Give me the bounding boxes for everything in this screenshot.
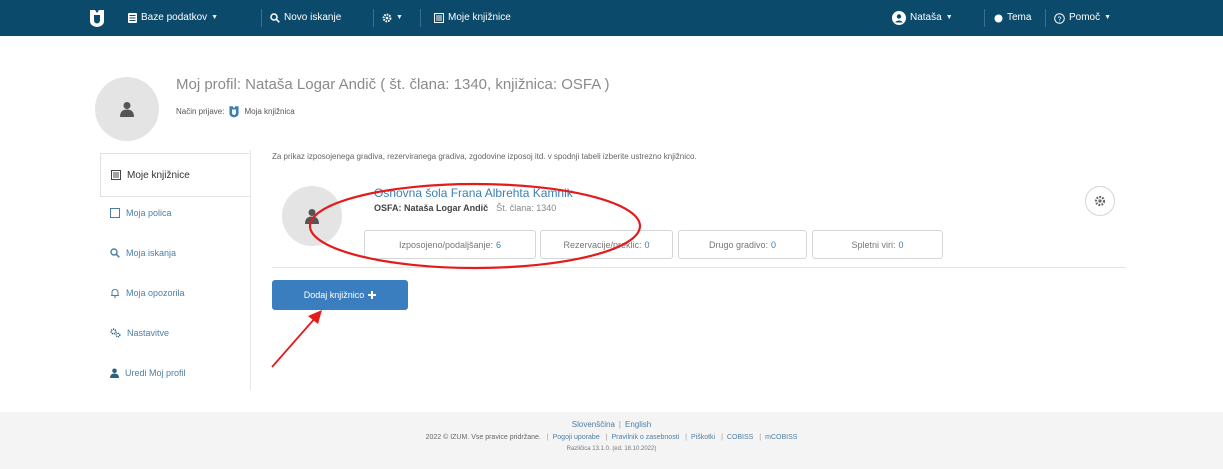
user-icon	[110, 368, 119, 378]
nav-divider	[373, 9, 374, 27]
login-method-label: Način prijave:	[176, 107, 225, 116]
nav-help-menu[interactable]: ? Pomoč ▼	[1050, 0, 1115, 36]
footer-version: Različica 13.1.0. (ed. 18.10.2022)	[566, 446, 657, 452]
other-materials-label: Drugo gradivo:	[708, 239, 769, 250]
gear-icon	[382, 13, 392, 23]
plus-icon	[368, 291, 377, 299]
nav-theme-label: Tema	[1007, 12, 1032, 23]
bell-icon	[111, 288, 119, 298]
user-avatar-icon	[892, 11, 906, 25]
library-name-link[interactable]: Osnovna šola Frana Albrehta Kamnik	[374, 186, 573, 200]
member-name: OSFA: Nataša Logar Andič	[374, 203, 489, 213]
profile-avatar	[95, 77, 159, 141]
nav-new-search[interactable]: Novo iskanje	[266, 0, 345, 36]
help-icon: ?	[1054, 12, 1065, 24]
sidebar-item-label: Moja polica	[126, 208, 172, 218]
footer-link-terms[interactable]: Pogoji uporabe	[553, 434, 600, 441]
nav-my-libraries[interactable]: Moje knjižnice	[430, 0, 515, 36]
footer-link-cobiss[interactable]: COBISS	[727, 434, 753, 441]
nav-help-label: Pomoč	[1069, 12, 1101, 23]
nav-user-menu[interactable]: Nataša ▼	[888, 0, 957, 36]
library-member-info: OSFA: Nataša Logar Andič Št. člana: 1340	[374, 203, 556, 213]
nav-user-label: Nataša	[910, 12, 942, 23]
chevron-down-icon: ▼	[211, 14, 219, 21]
add-library-label: Dodaj knjižnico	[303, 290, 365, 300]
reservations-count: 0	[644, 239, 650, 250]
nav-divider	[984, 9, 985, 27]
nav-settings-menu[interactable]: ▼	[378, 0, 407, 36]
library-settings-button[interactable]	[1085, 186, 1115, 216]
lang-english-link[interactable]: English	[625, 420, 651, 429]
online-resources-label: Spletni viri:	[851, 239, 896, 250]
online-resources-count: 0	[898, 239, 904, 250]
shelf-icon	[110, 208, 120, 218]
footer-link-mcobiss[interactable]: mCOBISS	[765, 434, 797, 441]
sidebar-item-my-libraries[interactable]: Moje knjižnice	[100, 153, 250, 197]
sidebar-item-label: Nastavitve	[127, 328, 170, 338]
annotation-arrow-line	[271, 316, 317, 368]
sidebar-item-label: Moje knjižnice	[127, 169, 190, 181]
sidebar-item-my-searches[interactable]: Moja iskanja	[100, 233, 250, 273]
cobiss-logo-icon	[229, 106, 240, 118]
lang-slovenian-link[interactable]: Slovenščina	[572, 420, 615, 429]
library-card: Osnovna šola Frana Albrehta Kamnik OSFA:…	[272, 172, 1126, 268]
library-avatar	[282, 186, 342, 246]
sidebar-item-label: Uredi Moj profil	[125, 368, 186, 378]
cobiss-logo-icon[interactable]	[88, 8, 106, 28]
library-icon	[111, 170, 121, 180]
instructions-text: Za prikaz izposojenega gradiva, rezervir…	[272, 152, 697, 161]
annotation-arrow-head	[308, 310, 322, 324]
loans-label: Izposojeno/podaljšanje:	[398, 239, 494, 250]
sidebar-divider	[250, 150, 251, 390]
nav-my-libraries-label: Moje knjižnice	[448, 12, 511, 23]
svg-text:?: ?	[1058, 16, 1062, 23]
sidebar-item-edit-profile[interactable]: Uredi Moj profil	[100, 353, 250, 393]
nav-divider	[420, 9, 421, 27]
user-icon	[120, 102, 134, 117]
footer-link-privacy[interactable]: Pravilnik o zasebnosti	[612, 434, 680, 441]
online-resources-button[interactable]: Spletni viri: 0	[812, 230, 943, 259]
nav-databases-menu[interactable]: Baze podatkov ▼	[124, 0, 222, 36]
sidebar-item-my-shelf[interactable]: Moja polica	[100, 193, 250, 233]
reservations-label: Rezervacije/preklic:	[563, 239, 642, 250]
search-icon	[110, 248, 120, 258]
database-icon	[128, 13, 137, 23]
login-method-value: Moja knjižnica	[244, 107, 295, 116]
sidebar-item-label: Moja opozorila	[126, 288, 185, 298]
reservations-button[interactable]: Rezervacije/preklic: 0	[540, 230, 673, 259]
user-icon	[305, 209, 319, 224]
footer-link-cookies[interactable]: Piškotki	[691, 434, 715, 441]
search-icon	[270, 13, 280, 23]
copyright-text: 2022 © IZUM. Vse pravice pridržane.	[425, 434, 541, 441]
nav-databases-label: Baze podatkov	[141, 12, 208, 23]
top-navbar: Baze podatkov ▼ Novo iskanje ▼ Moje knji…	[0, 0, 1223, 36]
footer-language-switch: Slovenščina | English	[571, 420, 652, 429]
member-number: Št. člana: 1340	[496, 203, 557, 213]
chevron-down-icon: ▼	[945, 14, 953, 21]
other-materials-count: 0	[771, 239, 777, 250]
footer-links: 2022 © IZUM. Vse pravice pridržane. | Pog…	[425, 434, 798, 441]
add-library-button[interactable]: Dodaj knjižnico	[272, 280, 408, 310]
settings-icon	[110, 328, 121, 338]
nav-divider	[261, 9, 262, 27]
page-title: Moj profil: Nataša Logar Andič ( št. čla…	[176, 76, 610, 93]
other-materials-button[interactable]: Drugo gradivo: 0	[678, 230, 807, 259]
sidebar-item-settings[interactable]: Nastavitve	[100, 313, 250, 353]
sidebar-item-my-alerts[interactable]: Moja opozorila	[100, 273, 250, 313]
chevron-down-icon: ▼	[1104, 14, 1112, 21]
nav-new-search-label: Novo iskanje	[284, 12, 342, 23]
chevron-down-icon: ▼	[396, 14, 403, 21]
loans-count: 6	[496, 239, 502, 250]
nav-theme[interactable]: Tema	[990, 0, 1035, 36]
sidebar-item-label: Moja iskanja	[126, 248, 177, 258]
login-method: Način prijave: Moja knjižnica	[176, 105, 295, 118]
library-icon	[434, 13, 444, 23]
nav-divider	[1045, 9, 1046, 27]
loans-button[interactable]: Izposojeno/podaljšanje: 6	[364, 230, 536, 259]
gear-icon	[1094, 195, 1106, 207]
theme-icon	[994, 14, 1003, 22]
